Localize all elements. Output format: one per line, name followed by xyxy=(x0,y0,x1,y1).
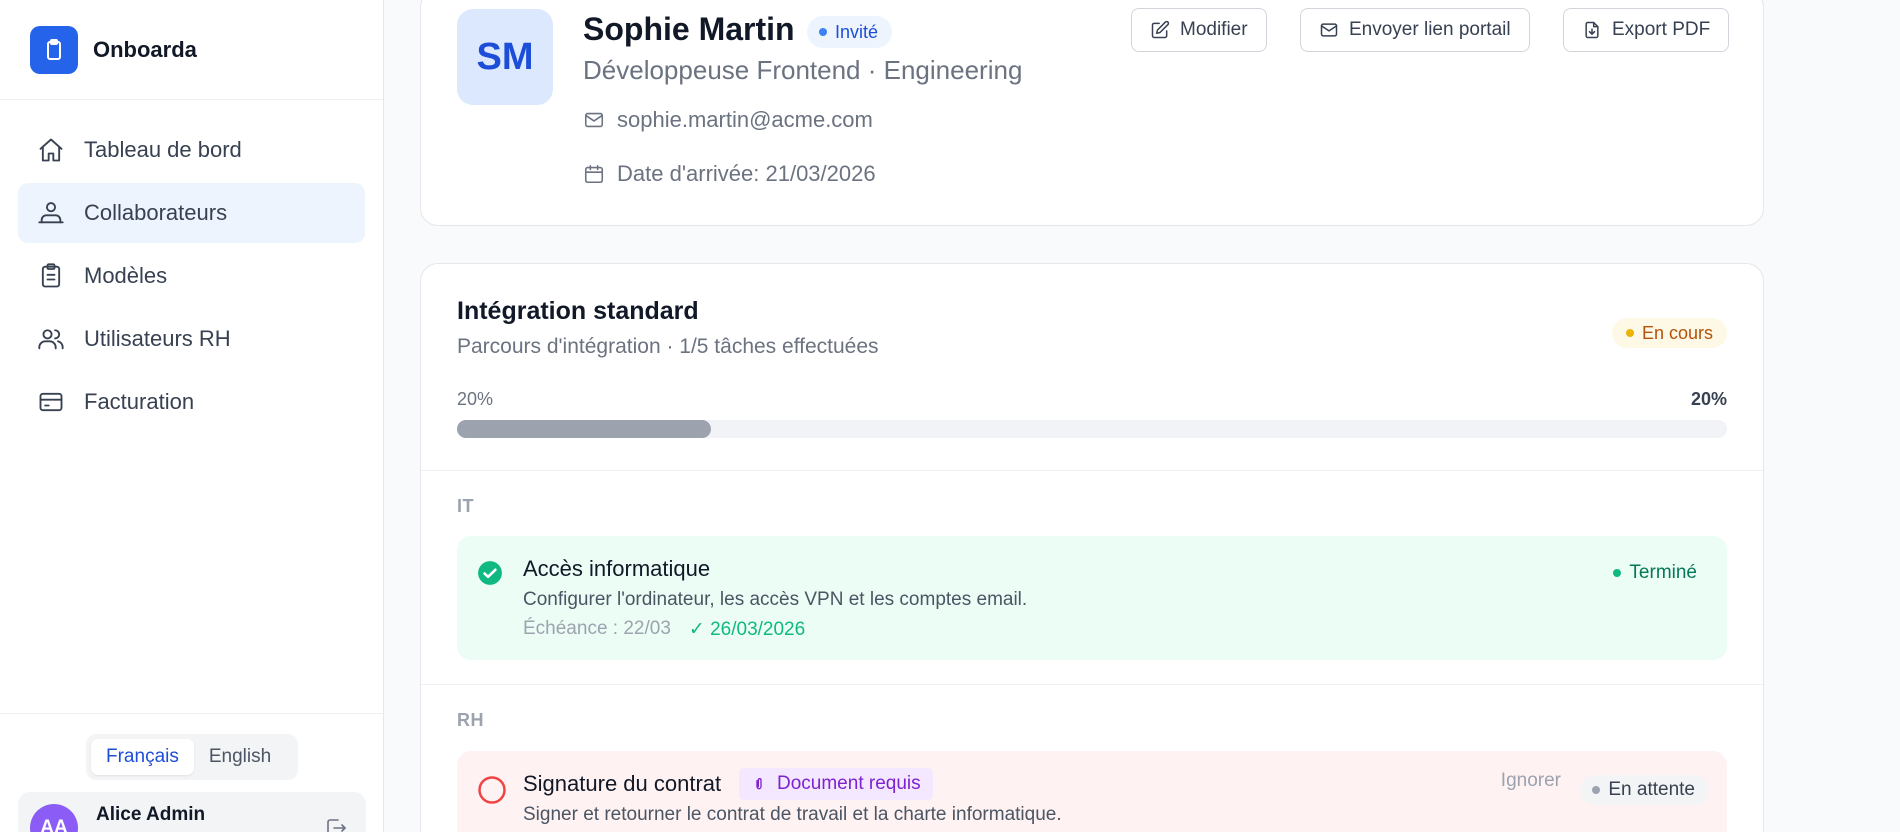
current-user-card[interactable]: AA Alice Admin xyxy=(18,792,366,832)
mail-icon xyxy=(1320,23,1338,37)
task-title: Accès informatique xyxy=(523,556,711,581)
section-label-hr: RH xyxy=(457,710,484,730)
sidebar-item-label: Modèles xyxy=(84,263,168,288)
status-badge: Terminé xyxy=(1613,562,1697,584)
edit-button-label: Modifier xyxy=(1180,19,1248,40)
users-icon xyxy=(36,324,66,354)
paperclip-icon xyxy=(756,778,762,790)
section-label-it: IT xyxy=(457,496,474,516)
page-title: Sophie Martin xyxy=(583,11,795,47)
program-subtitle: Parcours d'intégration · 1/5 tâches effe… xyxy=(457,335,879,358)
ignore-task-button[interactable]: Ignorer xyxy=(1501,770,1561,792)
task-title: Signature du contrat xyxy=(523,771,722,796)
task-description: Configurer l'ordinateur, les accès VPN e… xyxy=(523,589,1028,610)
sidebar-item-label: Collaborateurs xyxy=(84,200,228,225)
email-row: sophie.martin@acme.com xyxy=(583,107,873,133)
profile-card: SM Sophie Martin Invité Développeuse Fro… xyxy=(420,0,1764,226)
email-text: sophie.martin@acme.com xyxy=(617,107,873,132)
logout-icon[interactable] xyxy=(324,816,348,832)
avatar: AA xyxy=(30,804,78,832)
divider xyxy=(421,470,1763,471)
edit-button[interactable]: Modifier xyxy=(1131,8,1267,52)
home-icon xyxy=(36,135,66,165)
sidebar: Onboarda Tableau de bord Collaborateurs xyxy=(0,0,384,832)
arrival-row: Date d'arrivée: 21/03/2026 xyxy=(583,161,876,187)
sidebar-nav: Tableau de bord Collaborateurs Modèles U… xyxy=(0,100,383,432)
progress-percentage: 20% xyxy=(1690,389,1727,409)
export-pdf-button[interactable]: Export PDF xyxy=(1563,8,1730,52)
brand-name: Onboarda xyxy=(93,36,197,62)
progress-bar xyxy=(457,420,1727,438)
progress-bar-fill xyxy=(457,420,711,438)
status-dot-icon xyxy=(1592,786,1601,794)
progress-label: 20% xyxy=(457,389,494,409)
divider xyxy=(421,684,1763,685)
task-meta: Échéance : 22/03 ✓ 26/03/2026 xyxy=(523,618,805,641)
user-name: Alice Admin xyxy=(96,804,206,825)
arrival-date: Date d'arrivée: 21/03/2026 xyxy=(617,161,876,186)
file-download-icon xyxy=(1585,21,1599,39)
status-label: En cours xyxy=(1641,322,1713,343)
sidebar-item-dashboard[interactable]: Tableau de bord xyxy=(18,120,365,180)
status-badge: Invité xyxy=(807,16,893,48)
status-badge: En attente xyxy=(1580,775,1709,805)
status-dot-icon xyxy=(1613,569,1622,577)
brand[interactable]: Onboarda xyxy=(0,0,383,100)
avatar: SM xyxy=(457,9,553,105)
language-switcher: Français English xyxy=(86,734,298,780)
clipboard-list-icon xyxy=(36,261,66,291)
status-dot-icon xyxy=(1625,329,1634,337)
sidebar-item-billing[interactable]: Facturation xyxy=(18,372,365,432)
status-dot-icon xyxy=(819,28,827,36)
send-portal-label: Envoyer lien portail xyxy=(1349,19,1511,40)
task-due-date: Échéance : 22/03 xyxy=(523,618,671,639)
task-description: Signer et retourner le contrat de travai… xyxy=(523,804,1062,825)
task-item[interactable]: Signature du contrat Document requis Sig… xyxy=(457,751,1727,832)
sidebar-item-templates[interactable]: Modèles xyxy=(18,246,365,306)
onboarding-program-card: Intégration standard Parcours d'intégrat… xyxy=(420,263,1764,832)
mail-icon xyxy=(584,112,604,128)
sidebar-item-label: Tableau de bord xyxy=(84,137,242,162)
people-icon xyxy=(36,198,66,228)
credit-card-icon xyxy=(36,387,66,417)
empty-circle-icon[interactable] xyxy=(477,775,507,810)
sidebar-footer: Français English AA Alice Admin xyxy=(0,713,384,832)
status-label: En attente xyxy=(1608,779,1695,800)
badge-label: Document requis xyxy=(777,773,921,794)
program-title: Intégration standard xyxy=(457,297,699,325)
language-fr-button[interactable]: Français xyxy=(91,739,194,775)
clipboard-icon xyxy=(30,25,78,74)
sidebar-item-hr-users[interactable]: Utilisateurs RH xyxy=(18,309,365,369)
task-item[interactable]: Accès informatique Configurer l'ordinate… xyxy=(457,536,1727,660)
status-label: Invité xyxy=(835,21,879,42)
export-pdf-label: Export PDF xyxy=(1612,19,1711,40)
sidebar-item-label: Facturation xyxy=(84,389,195,414)
document-required-badge: Document requis xyxy=(739,768,933,800)
calendar-icon xyxy=(584,164,604,184)
status-label: Terminé xyxy=(1629,562,1697,583)
task-completed-date: ✓ 26/03/2026 xyxy=(688,619,806,640)
person-role: Développeuse Frontend · Engineering xyxy=(583,55,1023,85)
send-portal-link-button[interactable]: Envoyer lien portail xyxy=(1300,8,1530,52)
sidebar-item-collaborators[interactable]: Collaborateurs xyxy=(18,183,365,243)
edit-icon xyxy=(1151,20,1170,39)
language-en-button[interactable]: English xyxy=(194,739,286,775)
status-badge: En cours xyxy=(1611,318,1727,348)
check-circle-icon[interactable] xyxy=(477,560,503,591)
sidebar-item-label: Utilisateurs RH xyxy=(84,326,231,351)
